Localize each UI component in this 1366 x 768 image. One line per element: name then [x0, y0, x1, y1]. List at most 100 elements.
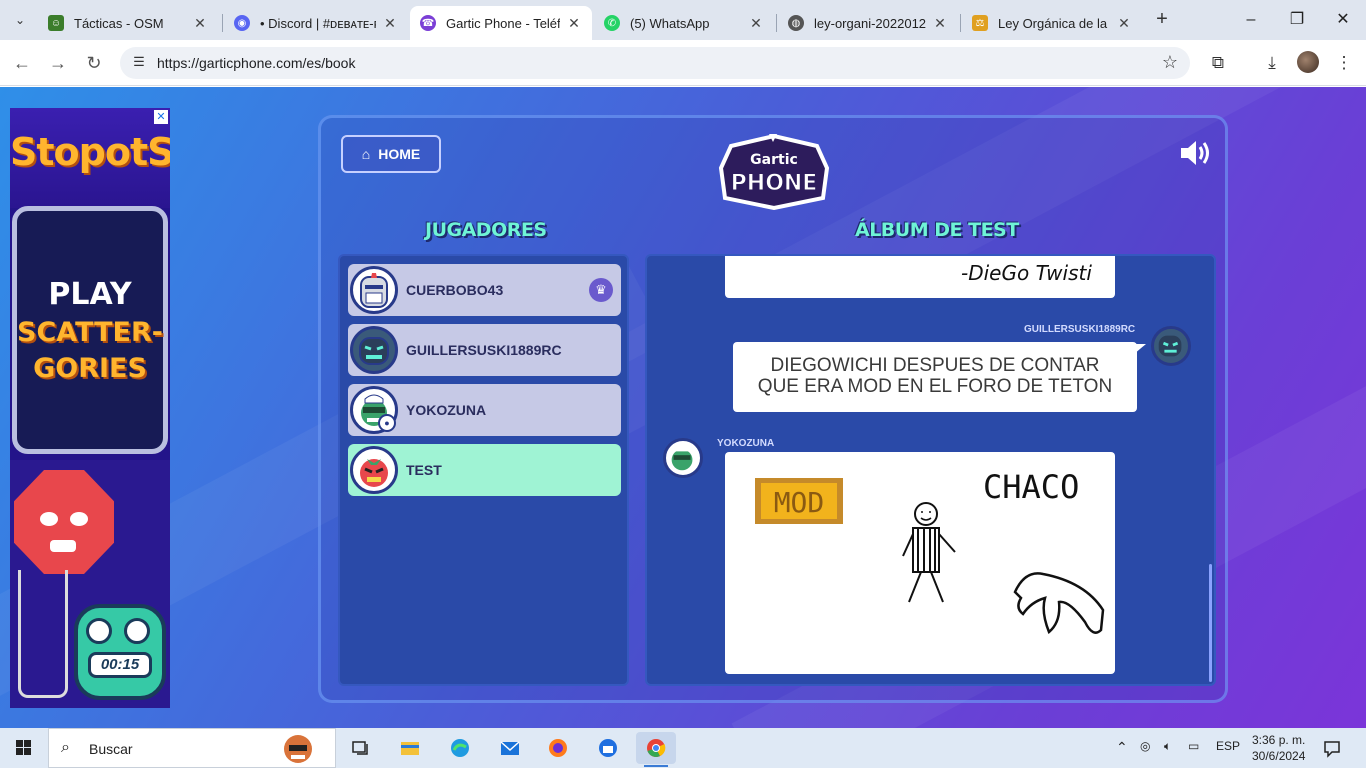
tab-strip: ⌄ ☺ Tácticas - OSM ✕ ◉ • Discord | #ᴅᴇʙᴀ… [0, 0, 1366, 40]
windows-start-icon[interactable] [0, 728, 48, 768]
crown-icon: ♛ [589, 278, 613, 302]
album-viewer[interactable]: -DieGo Twisti GUILLERSUSKI1889RC DIEGOWI… [645, 254, 1216, 686]
chevron-up-icon[interactable]: ⌃ [1116, 739, 1128, 756]
tab-discord[interactable]: ◉ • Discord | #ᴅᴇʙᴀᴛᴇ-ᴘʀ ✕ [224, 6, 408, 40]
tab-ley-organica[interactable]: ⚖ Ley Orgánica de la Ju ✕ [962, 6, 1142, 40]
edge-icon [451, 739, 469, 757]
home-button[interactable]: ⌂ HOME [341, 135, 441, 173]
firefox-icon [549, 739, 567, 757]
player-name: CUERBOBO43 [406, 282, 504, 298]
folder-icon [401, 742, 419, 755]
player-row-active: TEST [348, 444, 621, 496]
players-heading: JUGADORES [425, 219, 547, 241]
tomato-avatar-icon [350, 446, 398, 494]
stick-figure-drawing: MOD CHACO [755, 468, 1105, 635]
ad-illustration: 00:15 [10, 460, 170, 708]
close-icon[interactable]: ✕ [382, 15, 398, 32]
task-view-icon [352, 741, 368, 755]
player-row: GUILLERSUSKI1889RC [348, 324, 621, 376]
taskbar: ⌕ Buscar ⌃ ◎ 🔈︎ ▭ ESP 3:36 p. m. 30/6/20… [0, 728, 1366, 768]
profile-avatar[interactable] [1297, 51, 1319, 73]
album-scrollbar[interactable] [1209, 564, 1212, 682]
player-name: GUILLERSUSKI1889RC [406, 342, 562, 358]
search-icon: ⌕ [61, 739, 70, 756]
phrase-card: DIEGOWICHI DESPUES DE CONTAR QUE ERA MOD… [733, 342, 1137, 412]
restore-button[interactable]: ❐ [1282, 8, 1312, 32]
page-viewport: StopotS ✕ PLAY SCATTER- GORIES 00:15 ⌂ H… [0, 87, 1366, 728]
svg-text:PHONE: PHONE [731, 171, 818, 196]
close-icon[interactable]: ✕ [748, 15, 764, 32]
chrome-icon [647, 739, 666, 757]
message-author: GUILLERSUSKI1889RC [1024, 324, 1136, 335]
ad-close-icon[interactable]: ✕ [154, 110, 168, 124]
volume-icon[interactable]: 🔈︎ [1164, 739, 1171, 754]
tab-gartic-phone[interactable]: ☎ Gartic Phone - Teléfo ✕ [410, 6, 592, 40]
close-icon[interactable]: ✕ [1116, 15, 1132, 32]
language-indicator[interactable]: ESP [1216, 739, 1240, 753]
browser-toolbar: ← → ↻ ☰ https://garticphone.com/es/book … [0, 40, 1366, 86]
game-panel: ⌂ HOME Gartic PHONE JUGADORES ÁLBUM DE T… [318, 115, 1228, 703]
new-tab-button[interactable]: + [1150, 8, 1174, 32]
edge-button[interactable] [440, 732, 480, 764]
gartic-phone-logo: Gartic PHONE [718, 133, 830, 210]
home-icon: ⌂ [361, 146, 371, 162]
extensions-icon[interactable]: ⧉ [1206, 51, 1230, 75]
ad-brand-logo: StopotS [10, 130, 170, 174]
taskbar-search[interactable]: ⌕ Buscar [48, 728, 336, 768]
site-settings-icon[interactable]: ☰ [130, 54, 148, 72]
tab-search-icon[interactable]: ⌄ [8, 8, 32, 32]
player-row: ● YOKOZUNA [348, 384, 621, 436]
svg-text:CHACO: CHACO [983, 468, 1079, 506]
bookmark-star-icon[interactable]: ☆ [1162, 52, 1178, 73]
you-indicator-icon: ● [378, 414, 396, 432]
player-name: YOKOZUNA [406, 402, 487, 418]
address-bar[interactable]: ☰ https://garticphone.com/es/book ☆ [120, 47, 1190, 79]
drawing-card: MOD CHACO [725, 452, 1115, 674]
player-row: CUERBOBO43 ♛ [348, 264, 621, 316]
clock-mascot-icon: 00:15 [74, 604, 166, 700]
robot-avatar-icon [1151, 326, 1191, 366]
reload-icon[interactable]: ↻ [82, 51, 106, 75]
players-list: CUERBOBO43 ♛ GUILLERSUSKI1889RC ● YOKOZU… [338, 254, 629, 686]
drawing-card: -DieGo Twisti [725, 256, 1115, 298]
tab-whatsapp[interactable]: ✆ (5) WhatsApp ✕ [594, 6, 774, 40]
mail-icon [500, 741, 520, 755]
svg-text:-DieGo Twisti: -DieGo Twisti [961, 261, 1092, 285]
discord-favicon: ◉ [234, 15, 250, 31]
firefox-button[interactable] [538, 732, 578, 764]
network-icon[interactable]: ▭ [1188, 739, 1199, 753]
player-name: TEST [406, 462, 442, 478]
chrome-button[interactable] [636, 732, 676, 767]
forward-arrow-icon[interactable]: → [46, 51, 70, 75]
knight-avatar-icon [350, 266, 398, 314]
gartic-favicon: ☎ [420, 15, 436, 31]
whatsapp-favicon: ✆ [604, 15, 620, 31]
robot-avatar-icon [350, 326, 398, 374]
tab-ley-organi[interactable]: ◍ ley-organi-20220124 ✕ [778, 6, 958, 40]
ad-banner[interactable]: StopotS ✕ PLAY SCATTER- GORIES 00:15 [10, 108, 170, 708]
task-view-button[interactable] [340, 732, 380, 764]
thunderbird-button[interactable] [588, 732, 628, 764]
thunderbird-icon [599, 739, 617, 757]
search-highlight-icon [284, 735, 312, 763]
mail-button[interactable] [490, 732, 530, 764]
download-icon[interactable]: ⤓ [1260, 51, 1284, 75]
globe-favicon: ◍ [788, 15, 804, 31]
notification-icon[interactable] [1322, 738, 1342, 758]
message-author: YOKOZUNA [717, 438, 775, 449]
album-heading: ÁLBUM DE TEST [855, 219, 1019, 241]
minimize-button[interactable]: – [1236, 8, 1266, 32]
back-arrow-icon[interactable]: ← [10, 51, 34, 75]
sound-icon[interactable] [1179, 138, 1213, 168]
meet-now-icon[interactable]: ◎ [1140, 739, 1150, 753]
close-window-button[interactable]: ✕ [1328, 8, 1358, 32]
close-icon[interactable]: ✕ [932, 15, 948, 32]
menu-dots-icon[interactable]: ⋮ [1332, 51, 1356, 75]
close-icon[interactable]: ✕ [566, 15, 582, 32]
stop-sign-mascot-icon [14, 470, 114, 574]
file-explorer-button[interactable] [390, 732, 430, 764]
svg-text:Gartic: Gartic [750, 152, 798, 168]
close-icon[interactable]: ✕ [192, 15, 208, 32]
system-clock[interactable]: 3:36 p. m. 30/6/2024 [1252, 732, 1305, 764]
tab-osm[interactable]: ☺ Tácticas - OSM ✕ [38, 6, 218, 40]
